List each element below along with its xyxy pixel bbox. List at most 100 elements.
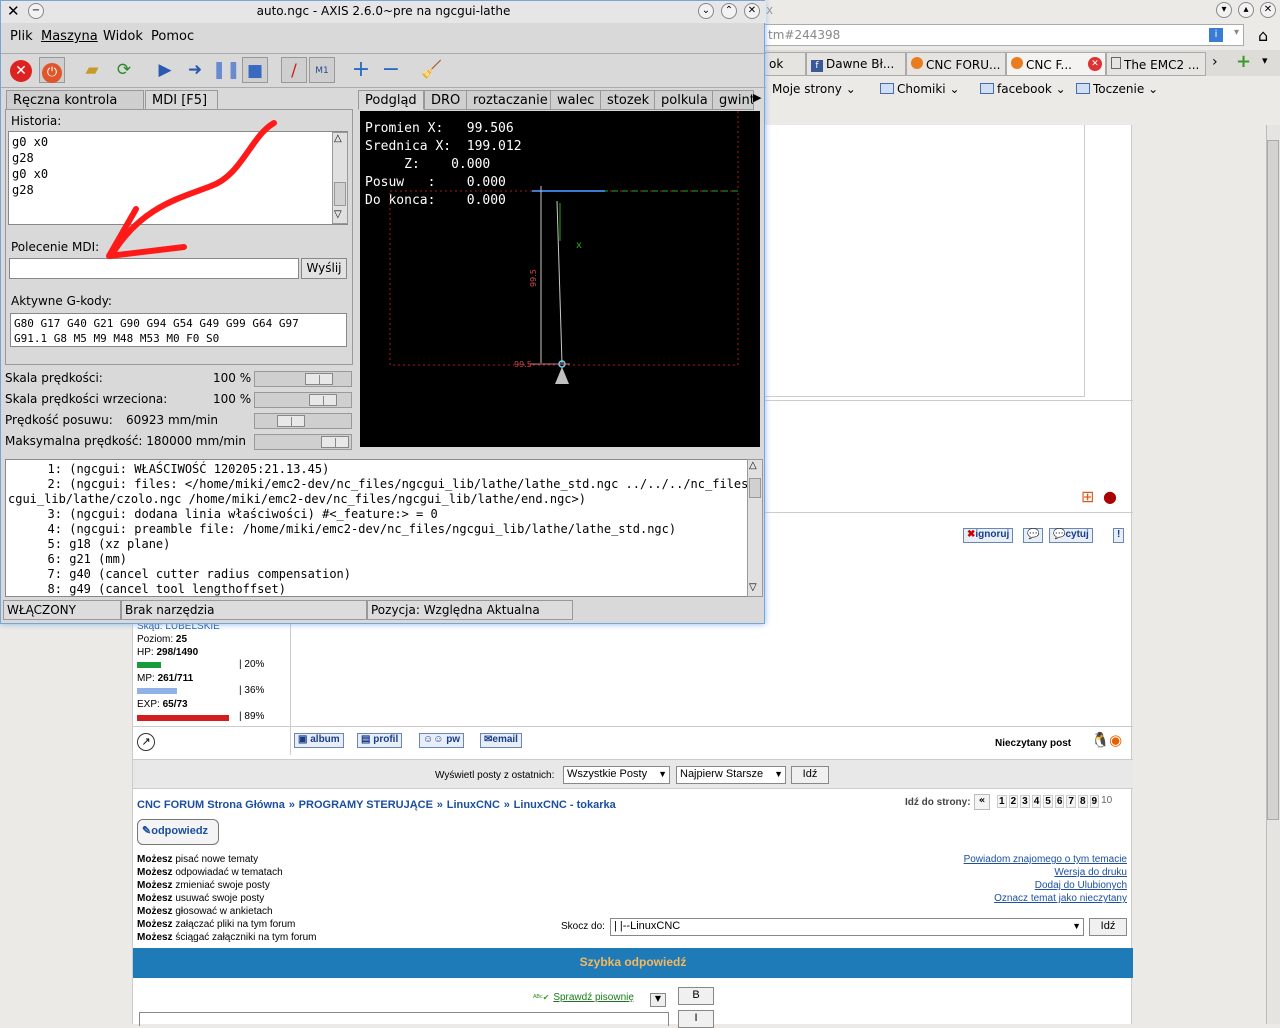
gcode-line[interactable]: 2: (ngcgui: files: </home/miki/emc2-dev/… (12, 477, 748, 491)
page-link[interactable]: 4 (1031, 795, 1042, 808)
crumb-linuxcnc[interactable]: LinuxCNC (447, 799, 500, 811)
report-button[interactable]: ! (1113, 528, 1125, 543)
album-button[interactable]: ▣ album (294, 733, 344, 748)
sort-order-select[interactable]: Najpierw Starsze ▼ (676, 766, 786, 784)
filter-go-button[interactable]: Idź (791, 766, 829, 784)
spellcheck-link[interactable]: Sprawdź pisownię (553, 992, 634, 1003)
slider-knob[interactable] (309, 394, 337, 406)
minimize-icon[interactable]: ▾ (1216, 2, 1232, 18)
notify-friend-link[interactable]: Powiadom znajomego o tym temacie (964, 853, 1127, 866)
block-delete-button[interactable]: / (281, 57, 307, 83)
bookmark-moje-strony[interactable]: Moje strony ⌄ (772, 82, 856, 96)
home-icon[interactable]: ⌂ (1258, 26, 1268, 45)
quote-button[interactable]: 💬cytuj (1049, 528, 1093, 543)
history-scrollbar[interactable]: △ ▽ (332, 132, 348, 224)
minimize-icon[interactable]: ⌄ (698, 3, 714, 19)
page-link[interactable]: 6 (1054, 795, 1065, 808)
menu-machine[interactable]: Maszyna (41, 29, 98, 44)
slider-knob[interactable] (305, 373, 333, 385)
gcode-listing[interactable]: 1: (ngcgui: WŁAŚCIWOŚĆ 120205:21.13.45) … (5, 459, 749, 597)
tab-roztaczanie[interactable]: roztaczanie (466, 90, 555, 110)
crumb-topic[interactable]: LinuxCNC - tokarka (514, 799, 616, 811)
tab-list-icon[interactable]: ▾ (1262, 54, 1268, 67)
new-tab-icon[interactable]: + (1236, 51, 1251, 72)
info-icon[interactable]: i (1209, 28, 1223, 42)
mark-unread-link[interactable]: Oznacz temat jako nieczytany (964, 892, 1127, 905)
tab-gwint[interactable]: gwint (712, 90, 754, 110)
tab-cnc-active[interactable]: CNC F... ✕ (1006, 52, 1106, 76)
tab-walec[interactable]: walec (550, 90, 602, 110)
gcode-line[interactable]: 7: g40 (cancel cutter radius compensatio… (12, 567, 351, 581)
dropdown-icon[interactable]: ▼ (650, 993, 666, 1007)
jump-go-button[interactable]: Idź (1089, 918, 1127, 936)
maximize-icon[interactable]: ▴ (1238, 2, 1254, 18)
scroll-up-icon[interactable]: △ (749, 460, 757, 471)
pm-button[interactable]: ☺☺ pw (419, 733, 465, 748)
scrollbar-thumb[interactable] (1267, 140, 1279, 820)
menu-view[interactable]: Widok (103, 29, 143, 44)
spindle-override-slider[interactable] (254, 392, 352, 408)
gcode-line[interactable]: cgui_lib/lathe/czolo.ngc /home/miki/emc2… (8, 492, 586, 506)
page-link[interactable]: 5 (1043, 795, 1053, 808)
tab-dro[interactable]: DRO (424, 90, 468, 110)
tab-mdi[interactable]: MDI [F5] (145, 90, 218, 110)
page-link[interactable]: 2 (1008, 795, 1019, 808)
page-link[interactable]: 7 (1066, 795, 1076, 808)
spellcheck[interactable]: ᴬᴮᶜ✔ Sprawdź pisownię (533, 989, 634, 1003)
close-tab-icon[interactable]: ✕ (1088, 57, 1102, 71)
crumb-home[interactable]: CNC FORUM Strona Główna (137, 799, 285, 811)
tab-stozek[interactable]: stozek (600, 90, 657, 110)
email-button[interactable]: ✉email (480, 733, 522, 748)
optional-stop-button[interactable]: M1 (309, 57, 335, 83)
profile-button[interactable]: ▤ profil (357, 733, 403, 748)
bookmark-facebook[interactable]: facebook ⌄ (980, 82, 1066, 96)
tabs-right-arrow-icon[interactable]: ▶ (753, 91, 761, 104)
zoom-out-button[interactable]: − (378, 57, 404, 83)
menu-help[interactable]: Pomoc (151, 29, 194, 44)
tab-ok[interactable]: ok (764, 52, 806, 76)
italic-button[interactable]: I (678, 1010, 714, 1028)
open-file-button[interactable]: ▰ (79, 57, 105, 83)
close-icon[interactable]: ✕ (744, 3, 760, 19)
bookmark-toczenie[interactable]: Toczenie ⌄ (1076, 82, 1158, 96)
page-prev-button[interactable]: « (974, 794, 990, 810)
reload-button[interactable]: ⟳ (111, 57, 137, 83)
bold-button[interactable]: B (678, 987, 714, 1005)
gcode-scrollbar[interactable]: △ ▽ (747, 459, 763, 597)
scroll-down-icon[interactable]: ▽ (334, 209, 342, 220)
gcode-line[interactable]: 8: g49 (cancel tool lengthoffset) (12, 582, 286, 596)
bookmark-chomiki[interactable]: Chomiki ⌄ (880, 82, 960, 96)
page-link[interactable]: 8 (1077, 795, 1088, 808)
page-link[interactable]: 3 (1020, 795, 1030, 808)
gcode-line[interactable]: 6: g21 (mm) (12, 552, 127, 566)
crumb-programs[interactable]: PROGRAMY STERUJĄCE (299, 799, 433, 811)
tabs-scroll-right-icon[interactable]: › (1212, 54, 1218, 70)
pause-button[interactable]: ❚❚ (212, 57, 241, 83)
menu-file[interactable]: Plik (10, 29, 33, 44)
max-velocity-slider[interactable] (254, 434, 352, 450)
posts-range-select[interactable]: Wszystkie Posty ▼ (563, 766, 670, 784)
scroll-down-icon[interactable]: ▽ (749, 582, 757, 593)
scroll-thumb[interactable] (334, 182, 346, 206)
tab-manual-control[interactable]: Ręczna kontrola [F3] (6, 90, 144, 123)
add-favorites-link[interactable]: Dodaj do Ulubionych (964, 879, 1127, 892)
gcode-line[interactable]: 4: (ngcgui: preamble file: /home/miki/em… (12, 522, 677, 536)
slider-knob[interactable] (277, 415, 305, 427)
power-button[interactable]: ⏻ (39, 57, 65, 83)
gcode-line[interactable]: 5: g18 (xz plane) (12, 537, 171, 551)
jog-speed-slider[interactable] (254, 413, 352, 429)
tab-preview[interactable]: Podgląd (358, 90, 424, 110)
tab-polkula[interactable]: polkula (654, 90, 715, 110)
send-button[interactable]: Wyślij (301, 258, 347, 279)
chevron-down-icon[interactable]: ▾ (1234, 27, 1239, 38)
clear-plot-button[interactable]: 🧹 (419, 57, 445, 83)
stop-button[interactable]: ■ (242, 57, 268, 83)
gcode-line[interactable]: 1: (ngcgui: WŁAŚCIWOŚĆ 120205:21.13.45) (12, 462, 330, 476)
tab-emc2[interactable]: The EMC2 ... (1106, 52, 1206, 76)
slider-knob[interactable] (321, 436, 349, 448)
feed-override-slider[interactable] (254, 371, 352, 387)
jump-select[interactable]: | |--LinuxCNC ▼ (610, 918, 1084, 936)
toolpath-preview[interactable]: Promien X: 99.506 Srednica X: 199.012 Z:… (360, 111, 760, 447)
url-bar[interactable]: tm#244398 i ▾ (764, 24, 1244, 46)
gcode-line[interactable]: 3: (ngcgui: dodana linia właściwości) #<… (12, 507, 438, 521)
